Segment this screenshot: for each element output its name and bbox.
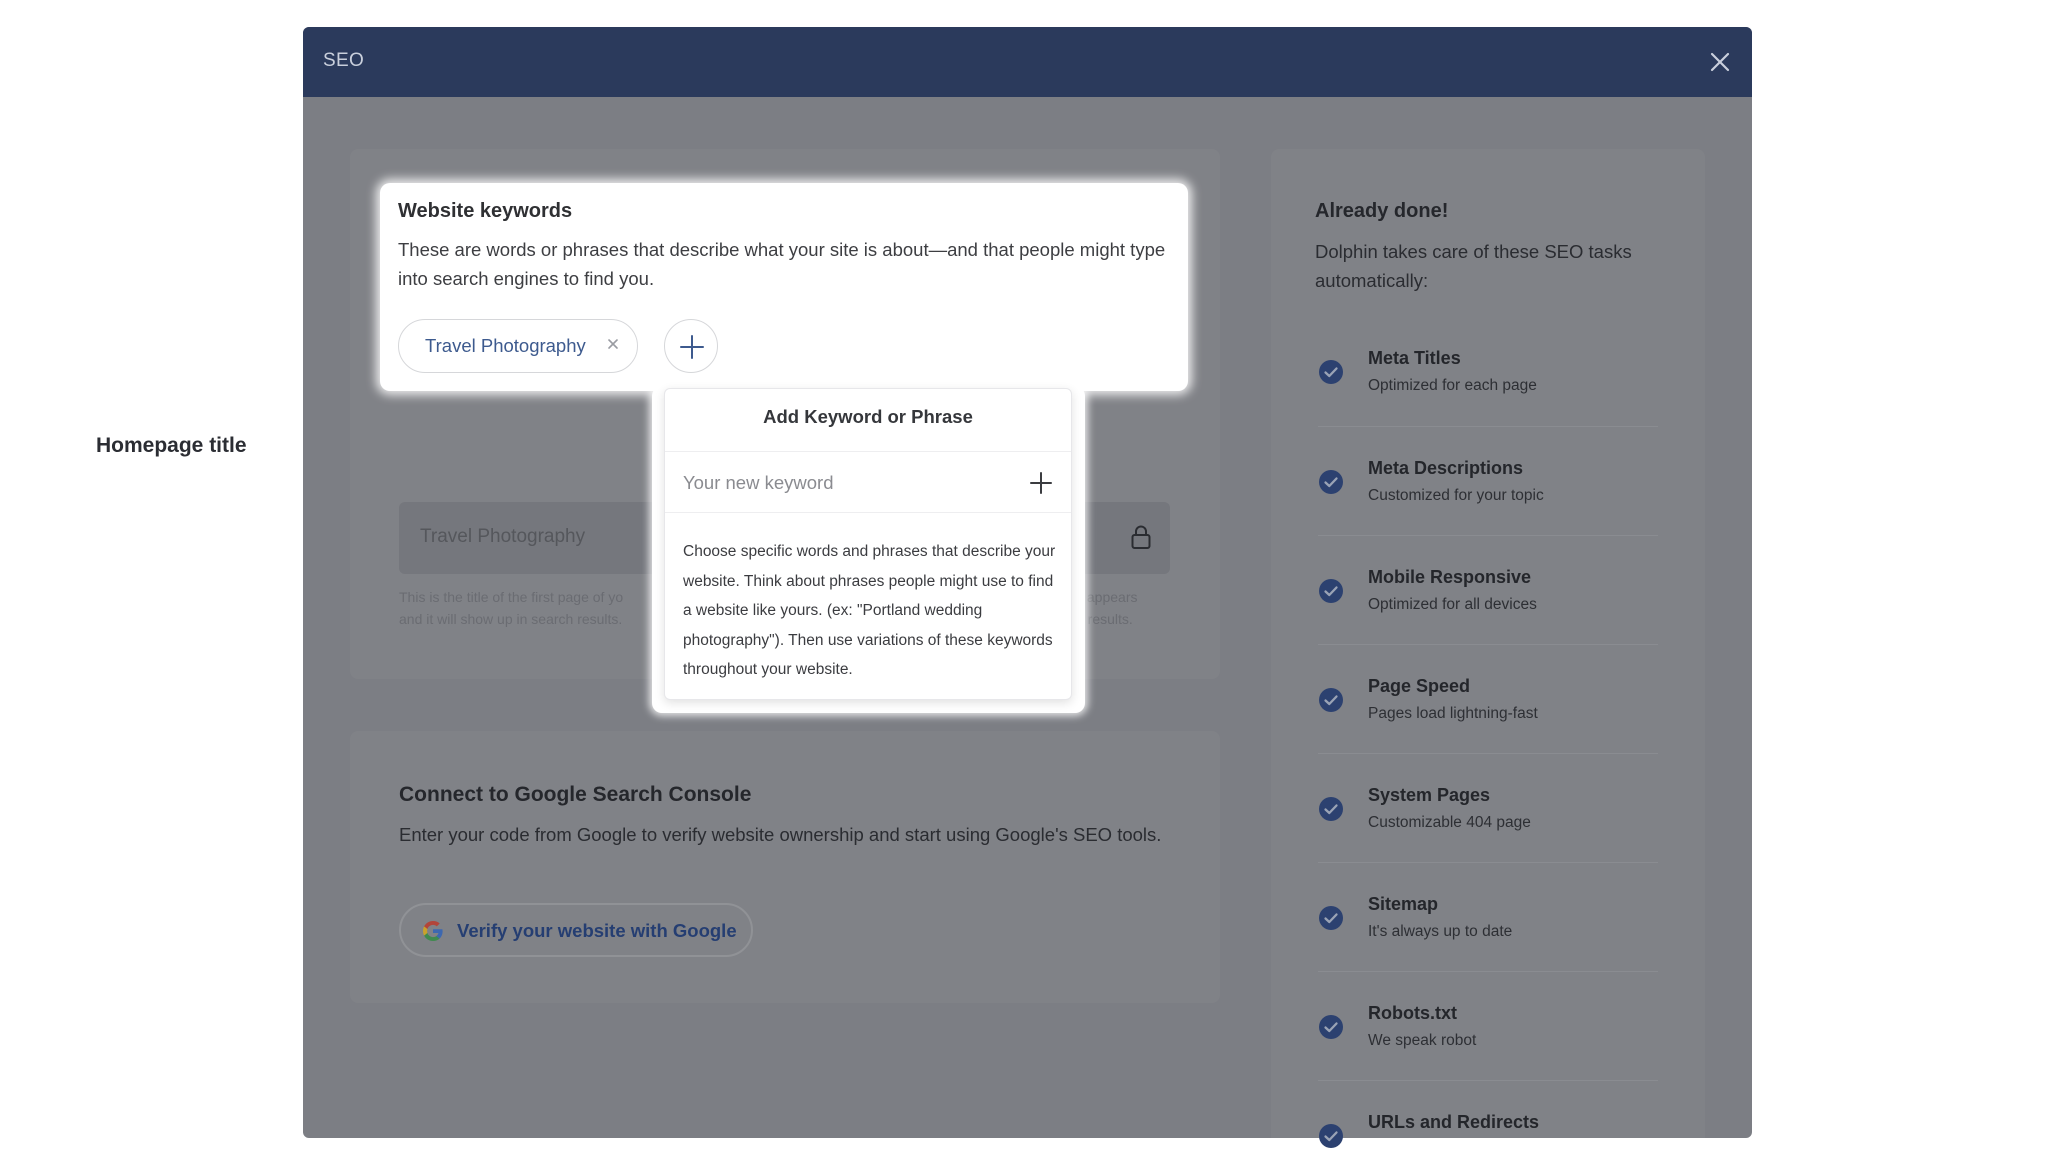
plus-icon: [680, 335, 704, 359]
seo-task-subtitle: Pages load lightning-fast: [1368, 705, 1538, 722]
homepage-help-right-line-1: it appears: [1076, 589, 1138, 605]
website-keywords-card: Website keywords These are words or phra…: [380, 183, 1188, 391]
seo-task-subtitle: Customized for your topic: [1368, 487, 1544, 504]
seo-task-name: System Pages: [1368, 785, 1491, 805]
seo-task-name: Meta Titles: [1368, 348, 1461, 368]
seo-task-item: URLs and Redirects: [1318, 1080, 1658, 1162]
check-circle-icon: [1318, 687, 1344, 713]
already-done-title: Already done!: [1315, 200, 1449, 222]
popover-title: Add Keyword or Phrase: [763, 406, 973, 427]
homepage-title-value: Travel Photography: [420, 526, 586, 547]
check-circle-icon: [1318, 905, 1344, 931]
seo-task-subtitle: Customizable 404 page: [1368, 814, 1531, 831]
verify-google-label: Verify your website with Google: [457, 920, 737, 941]
add-keyword-button[interactable]: [664, 319, 718, 373]
close-icon: [1710, 52, 1730, 72]
plus-icon: [1030, 472, 1052, 494]
seo-task-item: Meta Descriptions Customized for your top…: [1318, 426, 1658, 535]
seo-task-name: Mobile Responsive: [1368, 567, 1532, 587]
google-icon: [421, 919, 445, 948]
search-console-title: Connect to Google Search Console: [399, 783, 752, 806]
seo-task-name: URLs and Redirects: [1368, 1112, 1540, 1132]
seo-task-name: Sitemap: [1368, 894, 1439, 914]
homepage-help-line-1: This is the title of the first page of y…: [399, 589, 624, 605]
check-circle-icon: [1318, 359, 1344, 385]
seo-task-item: Page Speed Pages load lightning-fast: [1318, 644, 1658, 753]
seo-task-item: Sitemap It's always up to date: [1318, 862, 1658, 971]
keyword-chip-label: Travel Photography: [425, 335, 586, 356]
search-console-card: [350, 731, 1220, 1003]
seo-task-subtitle: It's always up to date: [1368, 923, 1513, 940]
seo-task-name: Meta Descriptions: [1368, 458, 1524, 478]
verify-google-button[interactable]: Verify your website with Google: [399, 903, 753, 957]
seo-task-subtitle: We speak robot: [1368, 1032, 1477, 1049]
check-circle-icon: [1318, 796, 1344, 822]
add-keyword-popover: Add Keyword or Phrase Choose specific wo…: [664, 388, 1072, 700]
keywords-description: These are words or phrases that describe…: [398, 239, 1166, 289]
new-keyword-input[interactable]: [683, 468, 1013, 498]
search-console-description: Enter your code from Google to verify we…: [399, 824, 1162, 845]
keyword-chip[interactable]: Travel Photography: [398, 319, 638, 373]
seo-task-name: Robots.txt: [1368, 1003, 1457, 1023]
seo-task-item: Robots.txt We speak robot: [1318, 971, 1658, 1080]
submit-keyword-button[interactable]: [1029, 471, 1053, 500]
check-circle-icon: [1318, 1123, 1344, 1149]
already-done-description: Dolphin takes care of these SEO tasks au…: [1315, 241, 1632, 291]
popover-help-text: Choose specific words and phrases that d…: [683, 543, 1056, 678]
lock-icon: [1130, 524, 1152, 555]
keywords-title: Website keywords: [398, 200, 573, 222]
check-circle-icon: [1318, 1014, 1344, 1040]
homepage-help-line-2: and it will show up in search results.: [399, 611, 623, 627]
seo-task-name: Page Speed: [1368, 676, 1471, 696]
homepage-help-right: it appears h results.: [1076, 586, 1176, 630]
new-keyword-row: [665, 451, 1071, 513]
seo-task-item: Meta Titles Optimized for each page: [1318, 317, 1658, 426]
check-circle-icon: [1318, 469, 1344, 495]
seo-task-item: System Pages Customizable 404 page: [1318, 753, 1658, 862]
close-button[interactable]: [1706, 48, 1734, 76]
modal-header: SEO: [303, 27, 1752, 97]
seo-task-subtitle: Optimized for each page: [1368, 377, 1537, 394]
seo-task-subtitle: Optimized for all devices: [1368, 596, 1537, 613]
check-circle-icon: [1318, 578, 1344, 604]
homepage-help-right-line-2: h results.: [1076, 611, 1133, 627]
modal-title: SEO: [323, 50, 365, 71]
homepage-title-label: Homepage title: [96, 434, 247, 457]
seo-task-item: Mobile Responsive Optimized for all devic…: [1318, 535, 1658, 644]
homepage-help-left: This is the title of the first page of y…: [399, 586, 659, 630]
remove-keyword-icon[interactable]: [606, 337, 620, 356]
